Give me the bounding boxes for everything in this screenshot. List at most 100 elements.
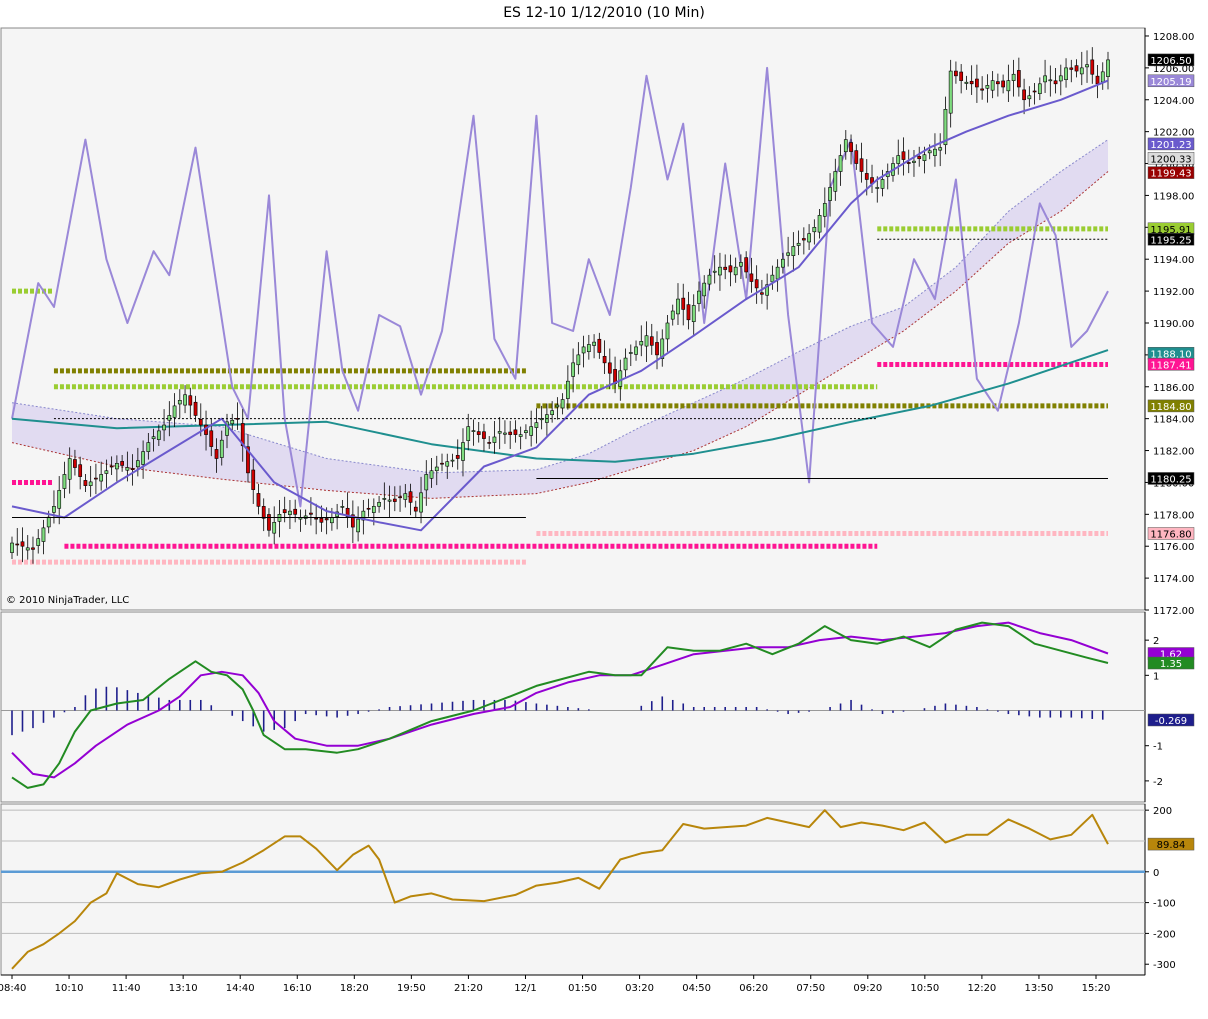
x-tick-label: 03:20 xyxy=(625,983,654,994)
candle-body xyxy=(162,424,166,431)
candle-body xyxy=(67,458,72,480)
candle-body xyxy=(135,460,140,468)
candle-body xyxy=(1053,80,1058,85)
candle-body xyxy=(476,431,481,435)
price-badge: 1201.23 xyxy=(1150,140,1191,151)
candle-body xyxy=(272,522,277,534)
candle-body xyxy=(125,467,130,471)
chart-canvas[interactable]: 1208.001206.001204.001202.001200.001198.… xyxy=(0,0,1208,1019)
price-badge: 1184.80 xyxy=(1150,402,1191,413)
macd-tick-label: -2 xyxy=(1153,777,1163,788)
x-tick-label: 08:40 xyxy=(0,983,26,994)
x-tick-label: 12:20 xyxy=(967,983,996,994)
candle-body xyxy=(912,160,916,163)
candle-body xyxy=(786,252,790,256)
candle-body xyxy=(487,442,492,444)
candle-body xyxy=(10,542,14,553)
price-badge: 1176.80 xyxy=(1150,529,1191,540)
candle-body xyxy=(198,418,203,426)
candle-body xyxy=(508,431,513,435)
price-tick-label: 1208.00 xyxy=(1153,32,1194,43)
candle-body xyxy=(188,395,193,406)
candle-body xyxy=(450,459,455,462)
candle-body xyxy=(387,499,392,502)
price-tick-label: 1176.00 xyxy=(1153,542,1194,553)
candle-body xyxy=(1090,59,1095,75)
cci-tick-label: -200 xyxy=(1153,929,1176,940)
candle-body xyxy=(1001,80,1005,88)
candle-body xyxy=(1043,75,1047,83)
candle-body xyxy=(822,203,827,217)
candle-body xyxy=(340,506,345,508)
price-badge: 1199.43 xyxy=(1150,169,1191,180)
candle-body xyxy=(854,150,859,164)
candle-body xyxy=(366,507,371,510)
candle-body xyxy=(256,493,261,507)
candle-body xyxy=(434,466,439,472)
macd-panel xyxy=(0,611,1146,803)
candle-body xyxy=(1085,64,1089,68)
candle-body xyxy=(497,431,502,434)
candle-body xyxy=(214,449,219,459)
candle-body xyxy=(602,356,607,364)
candle-body xyxy=(73,459,77,468)
candle-body xyxy=(770,274,775,283)
candle-body xyxy=(718,266,722,276)
candle-body xyxy=(403,493,408,500)
price-badge: 1195.25 xyxy=(1150,235,1191,246)
candle-body xyxy=(25,547,30,551)
candle-body xyxy=(996,81,1000,85)
candle-body xyxy=(36,538,41,546)
price-panel xyxy=(0,27,1146,611)
candle-body xyxy=(503,432,507,435)
candle-body xyxy=(183,394,187,406)
candle-body xyxy=(219,439,224,458)
candle-body xyxy=(880,179,885,189)
candle-body xyxy=(927,150,932,154)
candle-body xyxy=(1058,75,1063,82)
cci-tick-label: 0 xyxy=(1153,868,1159,879)
price-tick-label: 1172.00 xyxy=(1153,606,1194,617)
candle-body xyxy=(838,155,843,172)
cci-tick-label: -100 xyxy=(1153,899,1176,910)
candle-body xyxy=(57,490,62,509)
candle-body xyxy=(267,514,271,531)
candle-body xyxy=(251,469,256,490)
candle-body xyxy=(1032,90,1037,93)
candle-body xyxy=(702,282,707,297)
price-tick-label: 1174.00 xyxy=(1153,574,1194,585)
candle-body xyxy=(933,148,937,156)
candle-body xyxy=(859,158,864,172)
candle-body xyxy=(151,436,156,440)
x-tick-label: 16:10 xyxy=(283,983,312,994)
candle-body xyxy=(319,518,324,523)
candle-body xyxy=(1016,70,1021,88)
x-tick-label: 15:20 xyxy=(1082,983,1111,994)
candle-body xyxy=(62,474,67,489)
candle-body xyxy=(618,370,623,387)
candle-body xyxy=(1069,67,1074,70)
candle-body xyxy=(843,139,848,153)
candle-body xyxy=(906,162,911,164)
cci-tick-label: -300 xyxy=(1153,960,1176,971)
candle-body xyxy=(985,85,990,89)
candle-body xyxy=(529,426,534,436)
candle-body xyxy=(83,480,88,486)
candle-body xyxy=(314,517,319,520)
x-tick-label: 07:50 xyxy=(796,983,825,994)
candle-body xyxy=(623,357,628,371)
macd-tick-label: -1 xyxy=(1153,742,1163,753)
price-tick-label: 1202.00 xyxy=(1153,128,1194,139)
x-tick-label: 06:20 xyxy=(739,983,768,994)
price-badge: 1200.33 xyxy=(1150,154,1191,165)
candle-body xyxy=(1022,89,1026,101)
price-badge: 1206.50 xyxy=(1150,56,1191,67)
candle-body xyxy=(639,341,644,346)
candle-body xyxy=(52,506,56,513)
candle-body xyxy=(471,430,476,432)
x-tick-label: 18:20 xyxy=(340,983,369,994)
candle-body xyxy=(41,527,46,542)
candle-body xyxy=(655,342,659,356)
candle-body xyxy=(1095,75,1100,85)
candle-body xyxy=(628,352,633,354)
